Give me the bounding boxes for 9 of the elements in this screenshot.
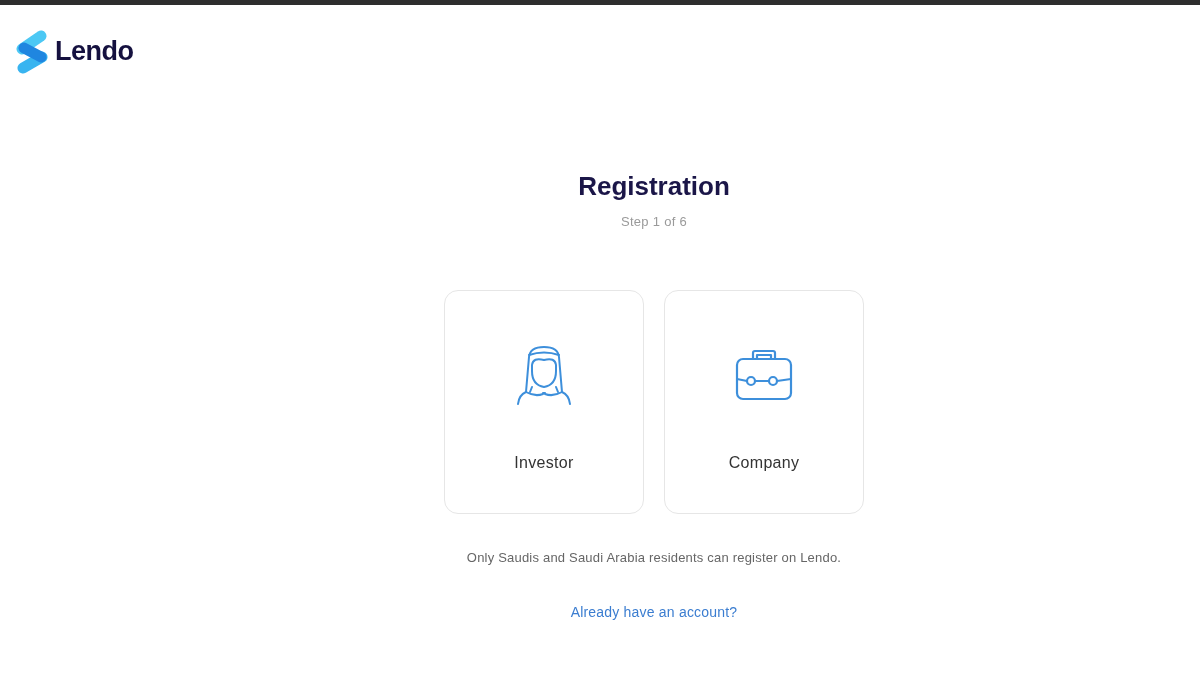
account-type-option[interactable]: Company [664,290,864,514]
page-title: Registration [578,171,730,202]
account-type-option[interactable]: Investor [444,290,644,514]
step-indicator: Step 1 of 6 [620,214,688,230]
eligibility-note: Only Saudis and Saudi Arabia residents can register on Lendo. [466,550,842,566]
person-icon [516,345,572,405]
login-link[interactable]: Already have an account? [570,604,738,621]
briefcase-icon [735,349,793,401]
logo-wordmark: Lendo [55,38,134,65]
